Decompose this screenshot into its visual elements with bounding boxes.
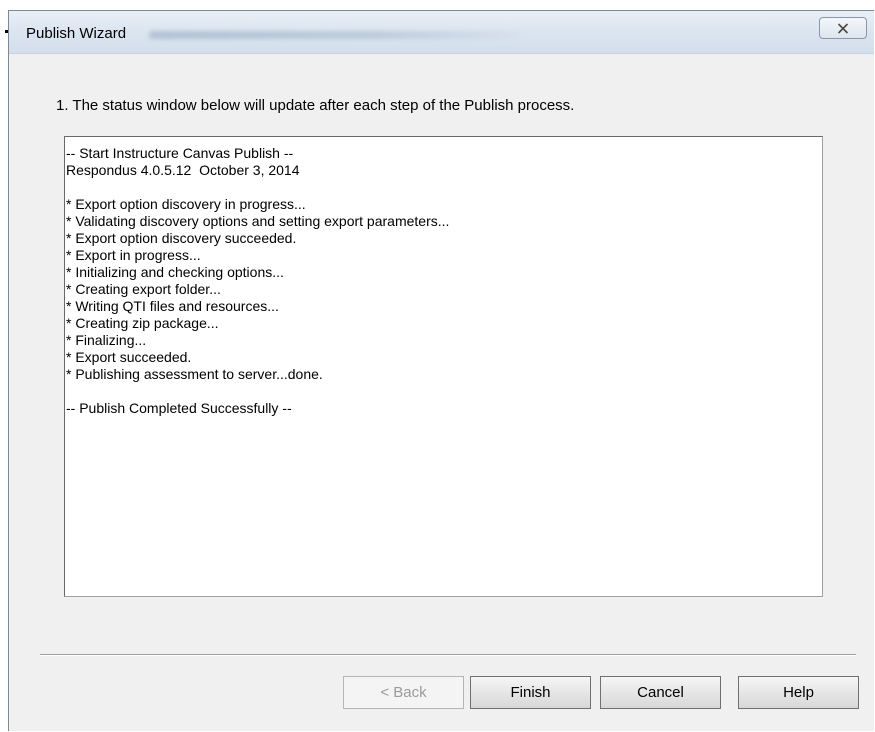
status-line: Respondus 4.0.5.12 October 3, 2014 bbox=[66, 162, 300, 178]
button-separator bbox=[40, 654, 856, 656]
title-bar[interactable]: Publish Wizard bbox=[9, 11, 874, 54]
window-title: Publish Wizard bbox=[26, 25, 127, 42]
cancel-button[interactable]: Cancel bbox=[600, 676, 721, 709]
status-line bbox=[65, 383, 822, 400]
status-line: * Initializing and checking options... bbox=[66, 264, 284, 280]
status-line bbox=[65, 179, 822, 196]
blurred-title-text bbox=[149, 31, 529, 39]
close-x-icon bbox=[837, 22, 849, 34]
status-line: * Creating export folder... bbox=[66, 281, 221, 297]
status-line: -- Start Instructure Canvas Publish -- bbox=[66, 145, 294, 161]
finish-button[interactable]: Finish bbox=[470, 676, 591, 709]
status-line: * Creating zip package... bbox=[66, 315, 219, 331]
close-button[interactable] bbox=[819, 17, 867, 39]
status-line: * Export in progress... bbox=[66, 247, 201, 263]
instruction-text: 1. The status window below will update a… bbox=[56, 97, 575, 114]
back-button[interactable]: < Back bbox=[343, 676, 464, 709]
status-line: * Writing QTI files and resources... bbox=[66, 298, 279, 314]
status-line: -- Publish Completed Successfully -- bbox=[66, 400, 292, 416]
status-line: * Export option discovery succeeded. bbox=[66, 230, 297, 246]
status-line: * Validating discovery options and setti… bbox=[66, 213, 450, 229]
status-line: * Export option discovery in progress... bbox=[66, 196, 306, 212]
help-button[interactable]: Help bbox=[738, 676, 859, 709]
status-line: * Finalizing... bbox=[66, 332, 147, 348]
status-window[interactable]: -- Start Instructure Canvas Publish -- R… bbox=[64, 136, 823, 597]
status-line: * Publishing assessment to server...done… bbox=[66, 366, 323, 382]
status-line: * Export succeeded. bbox=[66, 349, 192, 365]
